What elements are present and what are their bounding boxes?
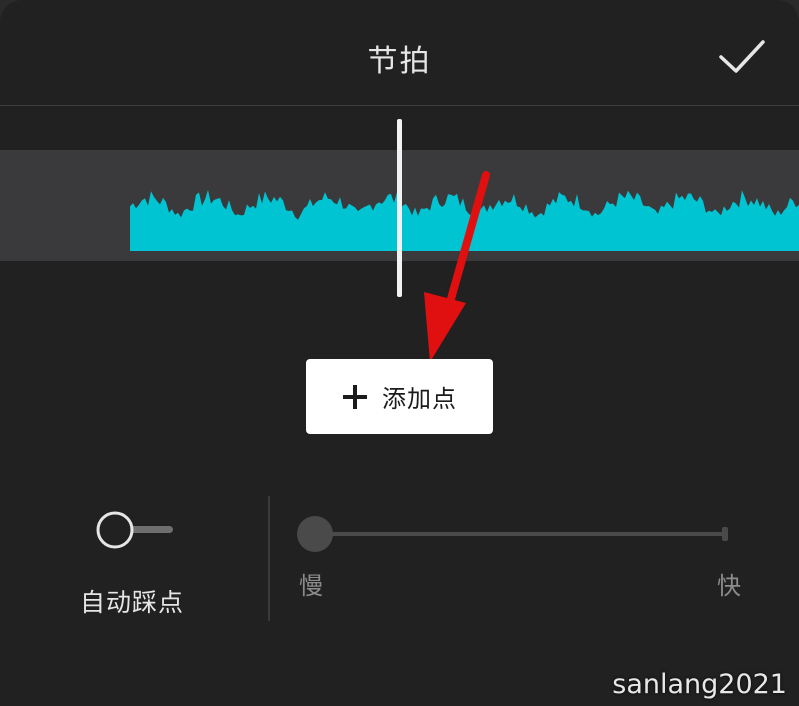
vertical-divider <box>268 496 270 621</box>
auto-beat-toggle[interactable] <box>94 510 176 550</box>
slow-label: 慢 <box>299 572 323 600</box>
auto-beat-label: 自动踩点 <box>80 588 185 617</box>
watermark: sanlang2021 <box>612 669 787 700</box>
beat-panel: 节拍 添加点 自动踩点 慢 快 sanlang2021 <box>0 0 799 706</box>
playhead[interactable] <box>397 119 402 297</box>
panel-header: 节拍 <box>0 0 799 106</box>
add-point-label: 添加点 <box>382 385 457 413</box>
speed-slider[interactable] <box>296 514 736 554</box>
slider-track <box>297 516 728 552</box>
confirm-button[interactable] <box>716 36 768 78</box>
plus-icon <box>343 384 367 409</box>
checkmark-icon <box>719 40 765 73</box>
panel-title: 节拍 <box>367 44 432 79</box>
slider-thumb <box>297 516 333 552</box>
toggle-switch-icon <box>96 511 173 549</box>
fast-label: 快 <box>717 572 741 600</box>
add-point-button[interactable]: 添加点 <box>306 359 493 434</box>
